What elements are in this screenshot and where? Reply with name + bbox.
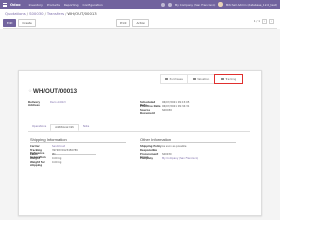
delivery-address-label: Delivery Address [28,101,41,107]
effective-date-value: 06/07/2021 09:34:31 [162,105,190,108]
company-label: Company [140,157,154,160]
carrier-value[interactable]: Sendcloud [52,145,65,148]
weight-value: 0.00 kg [52,157,62,160]
pager: 1 / 1 ‹ › [254,19,274,24]
chat-icon[interactable] [160,2,165,7]
activity-clock-icon[interactable] [167,2,172,7]
responsible-field: Responsible [140,149,162,152]
carrier-label: Carrier [30,145,40,148]
tab-operations[interactable]: Operations [28,124,50,131]
pager-next-button[interactable]: › [269,19,274,24]
menu-item-configuration[interactable]: Configuration [82,3,102,7]
top-navbar: Odoo Inventory Products Reporting Config… [0,0,280,9]
shopping-cart-icon [165,77,169,81]
breadcrumb-order[interactable]: S00030 [29,11,44,16]
shipping-policy-label: Shipping Policy [140,145,162,148]
tab-additional-info[interactable]: Additional Info [50,124,80,132]
breadcrumb-current: WH/OUT/00013 [67,11,97,16]
weight-label: Weight [30,157,40,160]
apps-menu-icon[interactable] [3,2,7,7]
truck-icon [220,77,224,81]
company-field: Company My Company (San Francisco) [140,157,198,160]
purchases-label: Purchases [169,77,183,81]
effective-date-label: Effective Date [140,105,161,108]
valuation-icon [192,77,196,81]
source-document-label: Source Document [140,109,155,115]
delivery-address-value[interactable]: Deco Addict [50,101,66,107]
pager-value: 1 / 1 [253,19,260,24]
purchases-smart-button[interactable]: Purchases [161,75,188,83]
tab-note[interactable]: Note [79,124,93,131]
weight-field: Weight 0.00 kg [30,157,61,160]
smart-buttons: Purchases Valuation Tracking [160,74,243,84]
breadcrumb-quotations[interactable]: Quotations [5,11,26,16]
breadcrumb-transfers[interactable]: Transfers [47,11,64,16]
shipping-policy-value[interactable]: As soon as possible [162,145,186,148]
menu-item-reporting[interactable]: Reporting [64,3,79,7]
company-value[interactable]: My Company (San Francisco) [162,157,198,160]
valuation-label: Valuation [197,77,210,81]
company-switcher[interactable]: My Company (San Francisco) [175,3,216,7]
user-menu[interactable]: Mitchell Admin (database_12.0_test) [226,3,277,7]
shipping-policy-field: Shipping Policy As soon as possible [140,145,186,148]
effective-date-field: Effective Date 06/07/2021 09:34:31 [140,105,189,108]
menu-item-inventory[interactable]: Inventory [29,3,43,7]
tracking-label: Tracking [225,77,237,81]
menu-item-products[interactable]: Products [47,3,60,7]
app-name[interactable]: Odoo [10,3,21,7]
status-bar [3,25,277,29]
carrier-field: Carrier Sendcloud [30,145,65,148]
shipping-weight-label: Weight for shipping [30,161,45,167]
breadcrumb: Quotations/S00030/Transfers/WH/OUT/00013 [5,11,97,16]
responsible-label: Responsible [140,149,158,152]
star-icon[interactable]: ☆ [28,89,32,94]
page-title: WH/OUT/00013 [33,88,78,95]
shipping-weight-value: 0.00 kg [52,161,62,164]
shipping-weight-field: Weight for shipping 0.00 kg [30,161,61,167]
source-document-value: S00030 [162,109,172,112]
delivery-address-field: Delivery Address Deco Addict [28,101,66,107]
tracking-reference-value[interactable]: 3SYZXV0123456789 [52,149,96,155]
notebook-tabs: Operations Additional Info Note [28,124,250,133]
tracking-smart-button[interactable]: Tracking [214,74,243,84]
avatar[interactable] [218,2,223,7]
pager-previous-button[interactable]: ‹ [262,19,267,24]
valuation-smart-button[interactable]: Valuation [188,75,215,83]
source-document-field: Source Document S00030 [140,109,172,115]
